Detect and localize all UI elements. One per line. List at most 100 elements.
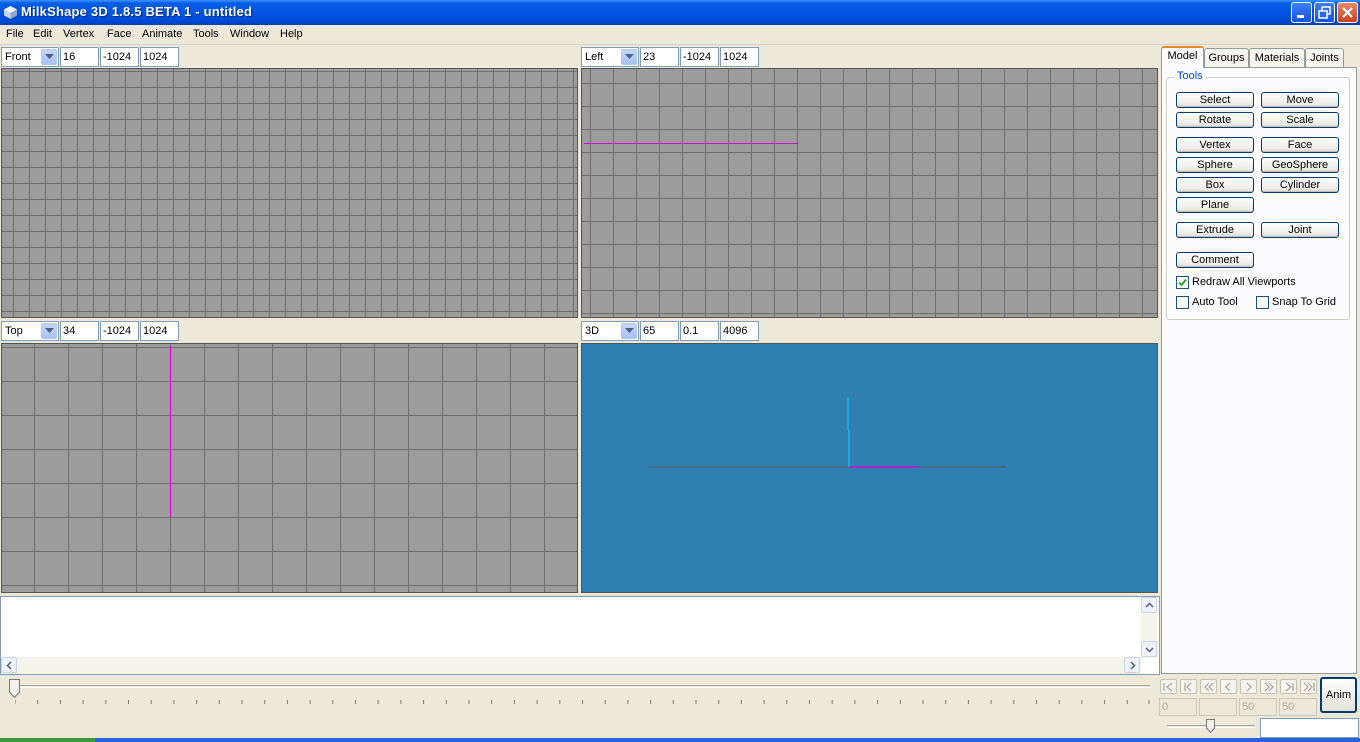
menu-file[interactable]: File xyxy=(6,28,24,40)
tab-model[interactable]: Model xyxy=(1161,46,1204,68)
front-viewport-header: Front 16 -1024 1024 xyxy=(0,46,580,68)
redraw-all-label[interactable]: Redraw All Viewports xyxy=(1192,276,1296,288)
left-far-value: 1024 xyxy=(723,51,748,63)
menu-edit[interactable]: Edit xyxy=(33,28,52,40)
front-far-field[interactable]: 1024 xyxy=(140,47,179,67)
face-button[interactable]: Face xyxy=(1261,137,1339,153)
last-frame-button[interactable] xyxy=(1300,679,1317,694)
checkmark-icon xyxy=(1178,278,1187,287)
3d-viewport[interactable] xyxy=(581,343,1158,593)
comment-button[interactable]: Comment xyxy=(1176,252,1254,268)
end-frame-field[interactable]: 50 xyxy=(1239,698,1277,716)
total-frames-field[interactable]: 50 xyxy=(1279,698,1317,716)
menu-window[interactable]: Window xyxy=(230,28,269,40)
geosphere-button[interactable]: GeoSphere xyxy=(1261,157,1339,173)
chevron-down-icon[interactable] xyxy=(41,49,57,65)
fast-forward-button[interactable] xyxy=(1260,679,1277,694)
top-far-value: 1024 xyxy=(143,325,168,337)
top-viewport[interactable] xyxy=(1,343,578,593)
joint-button[interactable]: Joint xyxy=(1261,222,1339,238)
left-view-value: Left xyxy=(585,51,604,63)
top-view-select[interactable]: Top xyxy=(1,321,59,341)
start-button[interactable] xyxy=(0,738,95,742)
top-zoom-field[interactable]: 34 xyxy=(60,321,99,341)
3d-viewport-header: 3D 65 0.1 4096 xyxy=(580,320,1160,342)
prev-key-button[interactable] xyxy=(1180,679,1197,694)
left-far-field[interactable]: 1024 xyxy=(720,47,759,67)
restore-button[interactable] xyxy=(1314,2,1335,23)
auto-tool-label[interactable]: Auto Tool xyxy=(1192,296,1238,308)
cylinder-button[interactable]: Cylinder xyxy=(1261,177,1339,193)
menu-help[interactable]: Help xyxy=(280,28,303,40)
move-button[interactable]: Move xyxy=(1261,92,1339,108)
select-button[interactable]: Select xyxy=(1176,92,1254,108)
menu-animate[interactable]: Animate xyxy=(142,28,182,40)
close-button[interactable] xyxy=(1337,2,1358,23)
console-horizontal-scrollbar[interactable] xyxy=(1,657,1141,674)
top-near-field[interactable]: -1024 xyxy=(100,321,139,341)
timeline-track[interactable] xyxy=(10,685,1150,688)
next-key-button[interactable] xyxy=(1280,679,1297,694)
menu-face[interactable]: Face xyxy=(107,28,131,40)
menu-vertex[interactable]: Vertex xyxy=(63,28,94,40)
rotate-button[interactable]: Rotate xyxy=(1176,112,1254,128)
3d-far-field[interactable]: 4096 xyxy=(720,321,759,341)
prev-frame-button[interactable] xyxy=(1220,679,1237,694)
minimize-button[interactable] xyxy=(1291,2,1312,23)
front-view-select[interactable]: Front xyxy=(1,47,59,67)
snap-to-grid-label[interactable]: Snap To Grid xyxy=(1272,296,1336,308)
menu-tools[interactable]: Tools xyxy=(193,28,219,40)
top-viewport-header: Top 34 -1024 1024 xyxy=(0,320,580,342)
start-frame-field[interactable] xyxy=(1199,698,1237,716)
animation-timeline[interactable] xyxy=(0,676,1160,716)
3d-near-field[interactable]: 0.1 xyxy=(680,321,719,341)
current-frame-field[interactable]: 0 xyxy=(1159,698,1197,716)
extrude-button[interactable]: Extrude xyxy=(1176,222,1254,238)
vertex-button[interactable]: Vertex xyxy=(1176,137,1254,153)
scale-button[interactable]: Scale xyxy=(1261,112,1339,128)
chevron-down-icon[interactable] xyxy=(621,323,637,339)
left-near-field[interactable]: -1024 xyxy=(680,47,719,67)
title-bar[interactable]: MilkShape 3D 1.8.5 BETA 1 - untitled xyxy=(0,0,1360,25)
scroll-down-icon[interactable] xyxy=(1141,641,1157,657)
first-frame-button[interactable] xyxy=(1160,679,1177,694)
front-near-field[interactable]: -1024 xyxy=(100,47,139,67)
taskbar xyxy=(0,738,1360,742)
status-field[interactable] xyxy=(1260,718,1359,738)
speed-slider-thumb[interactable] xyxy=(1206,719,1215,733)
redraw-all-checkbox[interactable] xyxy=(1176,276,1189,289)
front-viewport[interactable] xyxy=(1,68,578,318)
chevron-down-icon[interactable] xyxy=(621,49,637,65)
top-far-field[interactable]: 1024 xyxy=(140,321,179,341)
3d-axes xyxy=(648,398,1006,468)
top-view-value: Top xyxy=(5,325,23,337)
auto-tool-checkbox[interactable] xyxy=(1176,296,1189,309)
left-view-select[interactable]: Left xyxy=(581,47,639,67)
plane-button[interactable]: Plane xyxy=(1176,197,1254,213)
sphere-button[interactable]: Sphere xyxy=(1176,157,1254,173)
box-button[interactable]: Box xyxy=(1176,177,1254,193)
left-viewport[interactable] xyxy=(581,68,1158,318)
scroll-up-icon[interactable] xyxy=(1141,597,1157,613)
front-zoom-field[interactable]: 16 xyxy=(60,47,99,67)
console-vertical-scrollbar[interactable] xyxy=(1141,597,1158,658)
anim-button[interactable]: Anim xyxy=(1320,677,1357,713)
tab-groups[interactable]: Groups xyxy=(1204,48,1249,68)
3d-fov-field[interactable]: 65 xyxy=(640,321,679,341)
3d-view-select[interactable]: 3D xyxy=(581,321,639,341)
tab-materials[interactable]: Materials xyxy=(1249,48,1305,68)
tab-joints[interactable]: Joints xyxy=(1305,48,1344,68)
3d-near-value: 0.1 xyxy=(683,325,699,337)
model-panel: Tools Select Move Rotate Scale Vertex Fa… xyxy=(1161,67,1357,674)
timeline-thumb[interactable] xyxy=(9,679,20,698)
left-zoom-field[interactable]: 23 xyxy=(640,47,679,67)
next-frame-button[interactable] xyxy=(1240,679,1257,694)
rewind-button[interactable] xyxy=(1200,679,1217,694)
chevron-down-icon[interactable] xyxy=(41,323,57,339)
app-icon[interactable] xyxy=(3,5,18,20)
scroll-right-icon[interactable] xyxy=(1124,657,1140,673)
current-frame-value: 0 xyxy=(1162,701,1169,713)
scroll-left-icon[interactable] xyxy=(1,657,17,673)
top-near-value: -1024 xyxy=(103,325,132,337)
snap-to-grid-checkbox[interactable] xyxy=(1256,296,1269,309)
